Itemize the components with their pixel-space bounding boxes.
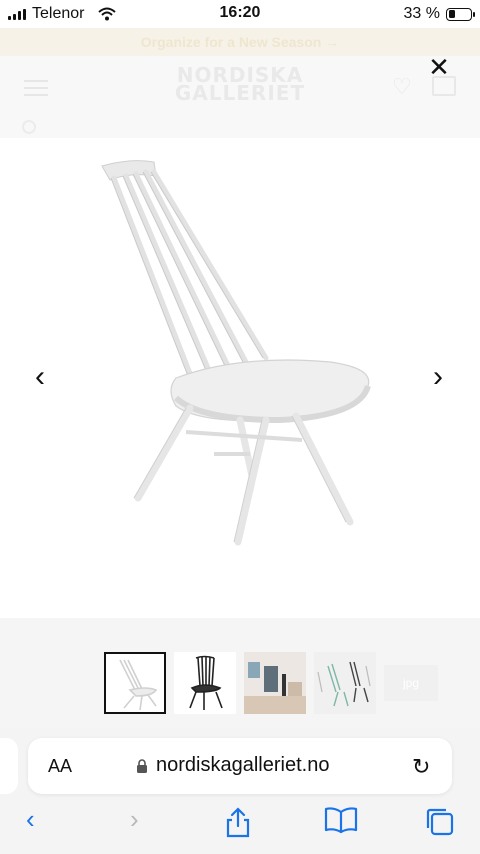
promo-banner[interactable]: Organize for a New Season →: [0, 28, 480, 56]
heart-icon[interactable]: ♡: [392, 74, 412, 100]
forward-button[interactable]: ›: [130, 804, 139, 835]
tabs-icon[interactable]: [424, 806, 456, 838]
chairs-group-thumb-icon: [314, 652, 376, 714]
next-image-button[interactable]: ›: [426, 362, 450, 392]
url-text: nordiskagalleriet.no: [156, 754, 330, 776]
room-scene-thumb-icon: [244, 652, 306, 714]
lock-icon: [137, 759, 147, 773]
search-strip: [0, 116, 480, 138]
reader-options-button[interactable]: AA: [48, 756, 72, 777]
bookmarks-icon[interactable]: [324, 806, 358, 834]
site-header: NORDISKA GALLERIET ♡: [0, 56, 480, 116]
thumbnail-black-chair[interactable]: [174, 652, 236, 714]
address-bar[interactable]: AA nordiskagalleriet.no ↻: [28, 738, 452, 794]
close-button[interactable]: ✕: [424, 52, 454, 82]
share-icon[interactable]: [224, 806, 252, 838]
previous-image-button[interactable]: ‹: [28, 362, 52, 392]
thumbnail-white-chair[interactable]: [104, 652, 166, 714]
battery-icon: [446, 7, 475, 21]
black-chair-thumb-icon: [189, 655, 223, 710]
back-button[interactable]: ‹: [26, 804, 35, 835]
chair-image: [101, 160, 371, 546]
white-chair-thumb-icon: [119, 659, 158, 711]
battery-percent: 33 %: [403, 5, 440, 22]
reload-icon[interactable]: ↻: [412, 754, 430, 780]
thumbnail-chairs-group[interactable]: [314, 652, 376, 714]
status-bar: Telenor 16:20 33 %: [0, 0, 480, 28]
battery-group: 33 %: [403, 5, 475, 23]
thumbnail-more[interactable]: jpg: [384, 665, 438, 701]
thumbnail-strip: jpg: [104, 652, 438, 718]
thumbnail-room-scene[interactable]: [244, 652, 306, 714]
previous-tab-preview[interactable]: [0, 738, 18, 794]
browser-toolbar: ‹ ›: [0, 796, 480, 854]
search-icon: [22, 120, 36, 134]
product-image-viewer[interactable]: ‹ ›: [0, 138, 480, 618]
